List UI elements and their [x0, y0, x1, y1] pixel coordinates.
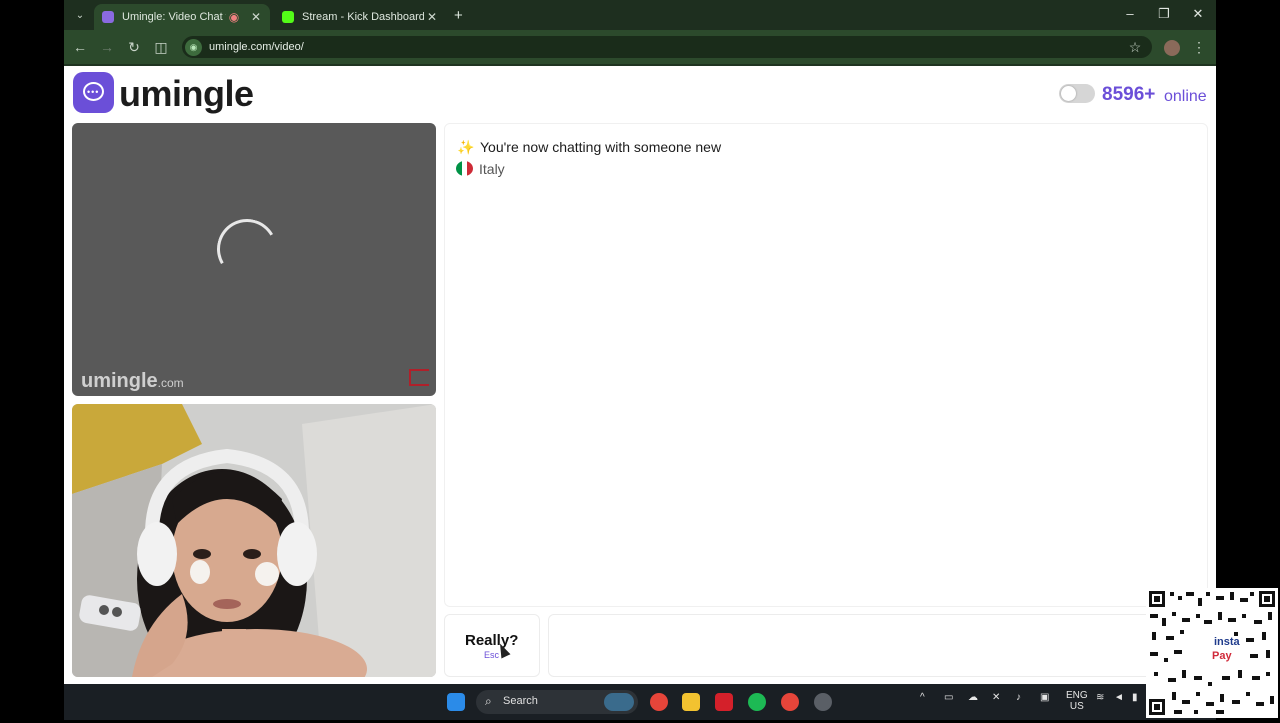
wifi-icon[interactable]: ≋: [1096, 692, 1104, 703]
language-indicator[interactable]: ENG US: [1066, 690, 1088, 712]
italy-flag-icon: [456, 161, 473, 176]
new-tab-button[interactable]: +: [454, 7, 463, 24]
site-info-icon[interactable]: ◉: [185, 39, 202, 56]
tray-app-icon[interactable]: ▭: [944, 692, 953, 703]
forward-icon[interactable]: →: [98, 39, 116, 55]
back-icon[interactable]: ←: [71, 39, 89, 55]
reload-icon[interactable]: ↻: [125, 39, 143, 56]
video-watermark: umingle.com: [81, 370, 184, 392]
toggle-knob: [1061, 86, 1076, 101]
battery-icon[interactable]: ▮: [1132, 692, 1138, 703]
kick-favicon: [282, 11, 294, 23]
umingle-favicon: [102, 11, 114, 23]
file-explorer-icon[interactable]: [682, 693, 700, 711]
online-label: online: [1164, 88, 1207, 105]
close-window-button[interactable]: ✕: [1188, 6, 1208, 22]
message-input[interactable]: [548, 614, 1208, 677]
theme-toggle[interactable]: [1059, 84, 1095, 103]
volume-icon[interactable]: ◄: [1114, 692, 1124, 703]
skip-shortcut-hint: Esc: [484, 650, 500, 660]
microphone-icon[interactable]: ♪: [1016, 692, 1021, 703]
system-message: You're now chatting with someone new: [480, 139, 722, 155]
qr-brand-label-top: insta: [1214, 636, 1240, 648]
loading-spinner-icon: [210, 212, 284, 286]
start-menu-icon[interactable]: [447, 693, 465, 711]
search-icon: ⌕: [485, 694, 492, 708]
tab-kick-dashboard[interactable]: Stream - Kick Dashboard ✕: [274, 4, 446, 30]
tray-cloud-icon[interactable]: ☁: [968, 692, 978, 703]
self-video: [72, 404, 436, 677]
tray-chevron-icon[interactable]: ^: [920, 692, 925, 703]
tray-device-icon[interactable]: ▣: [1040, 692, 1049, 703]
chrome-active-icon[interactable]: [781, 693, 799, 711]
qr-brand-label-bottom: Pay: [1212, 650, 1232, 662]
split-view-icon[interactable]: ◫: [152, 39, 170, 56]
stranger-video: umingle.com: [72, 123, 436, 396]
tab-search-icon[interactable]: ⌄: [72, 8, 88, 24]
webcam-feed: [72, 404, 436, 677]
qr-code-overlay: insta Pay: [1146, 588, 1278, 718]
spotify-icon[interactable]: [748, 693, 766, 711]
bookmark-star-icon[interactable]: ☆: [1126, 39, 1144, 56]
chat-panel: [444, 123, 1208, 607]
profile-avatar[interactable]: [1164, 40, 1180, 56]
taskbar-search-label[interactable]: Search: [503, 695, 538, 707]
tab-umingle[interactable]: Umingle: Video Chat with S ◉ ✕: [94, 4, 270, 30]
chrome-taskbar-icon[interactable]: [650, 693, 668, 711]
skip-button-label[interactable]: Really?: [465, 632, 518, 649]
close-tab-icon[interactable]: ✕: [424, 10, 440, 24]
minimize-button[interactable]: –: [1120, 6, 1140, 21]
url-text[interactable]: umingle.com/video/: [209, 41, 304, 53]
logo-text[interactable]: umingle: [119, 73, 254, 115]
recording-icon: ◉: [228, 10, 240, 24]
obs-icon[interactable]: [814, 693, 832, 711]
report-flag-icon[interactable]: [409, 369, 429, 386]
tray-network-off-icon[interactable]: ✕: [992, 692, 1000, 703]
online-count: 8596+: [1102, 84, 1156, 105]
restore-button[interactable]: ❐: [1154, 6, 1174, 22]
stranger-country: Italy: [479, 161, 505, 177]
browser-menu-icon[interactable]: ⋮: [1190, 39, 1208, 56]
weather-widget-icon[interactable]: [604, 693, 634, 711]
wps-icon[interactable]: [715, 693, 733, 711]
chat-dots-icon: •••: [87, 87, 100, 97]
address-bar[interactable]: [182, 36, 1152, 58]
close-tab-icon[interactable]: ✕: [248, 10, 264, 24]
sparkles-icon: ✨: [457, 139, 475, 155]
